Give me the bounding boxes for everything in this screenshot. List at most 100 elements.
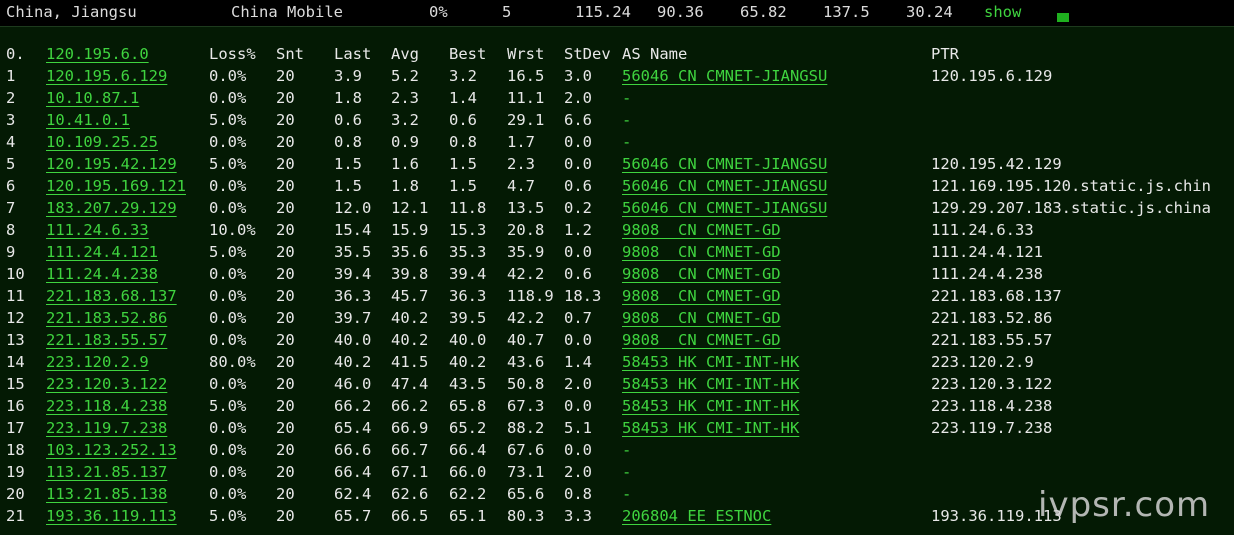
hop-number: 9 xyxy=(6,243,16,261)
hop-last: 3.9 xyxy=(334,67,362,85)
hop-ptr: 111.24.6.33 xyxy=(931,221,1034,239)
hop-as-name[interactable]: 56046 CN CMNET-JIANGSU xyxy=(622,199,827,217)
hop-host[interactable]: 223.120.2.9 xyxy=(46,353,149,371)
summary-value-3: 65.82 xyxy=(740,3,787,21)
hop-best: 3.2 xyxy=(449,67,477,85)
hop-ptr: 121.169.195.120.static.js.chin xyxy=(931,177,1211,195)
column-header[interactable]: 120.195.6.0 xyxy=(46,45,149,63)
hop-as-name: - xyxy=(622,463,632,481)
hop-worst: 40.7 xyxy=(507,331,545,349)
hop-host[interactable]: 223.120.3.122 xyxy=(46,375,167,393)
hop-host[interactable]: 120.195.169.121 xyxy=(46,177,186,195)
hop-host[interactable]: 223.118.4.238 xyxy=(46,397,167,415)
hop-stdev: 3.0 xyxy=(564,67,592,85)
hop-host[interactable]: 183.207.29.129 xyxy=(46,199,177,217)
hop-number: 2 xyxy=(6,89,16,107)
hop-best: 1.5 xyxy=(449,155,477,173)
hop-best: 35.3 xyxy=(449,243,487,261)
table-row: 5 120.195.42.129 5.0% 20 1.5 1.6 1.5 2.3 0.0 5604… xyxy=(0,155,1234,177)
hop-as-name[interactable]: 206804 EE ESTNOC xyxy=(622,507,771,525)
hop-host[interactable]: 111.24.4.238 xyxy=(46,265,158,283)
hop-worst: 43.6 xyxy=(507,353,545,371)
hop-stdev: 2.0 xyxy=(564,89,592,107)
hop-worst: 80.3 xyxy=(507,507,545,525)
hop-as-name[interactable]: 56046 CN CMNET-JIANGSU xyxy=(622,67,827,85)
hop-as-name[interactable]: 9808 CN CMNET-GD xyxy=(622,243,781,261)
hop-sent: 20 xyxy=(276,177,295,195)
hop-as-name[interactable]: 9808 CN CMNET-GD xyxy=(622,265,781,283)
hop-stdev: 1.2 xyxy=(564,221,592,239)
hop-host[interactable]: 223.119.7.238 xyxy=(46,419,167,437)
hop-worst: 1.7 xyxy=(507,133,535,151)
hop-loss: 5.0% xyxy=(209,155,247,173)
column-header: Last xyxy=(334,45,372,63)
hop-number: 20 xyxy=(6,485,25,503)
hop-as-name[interactable]: 9808 CN CMNET-GD xyxy=(622,331,781,349)
show-link[interactable]: show xyxy=(984,3,1021,21)
hop-number: 15 xyxy=(6,375,25,393)
hop-host[interactable]: 10.109.25.25 xyxy=(46,133,158,151)
hop-stdev: 0.6 xyxy=(564,177,592,195)
hop-worst: 67.6 xyxy=(507,441,545,459)
hop-stdev: 0.7 xyxy=(564,309,592,327)
hop-sent: 20 xyxy=(276,441,295,459)
hop-as-name[interactable]: 58453 HK CMI-INT-HK xyxy=(622,397,799,415)
hop-stdev: 0.0 xyxy=(564,243,592,261)
hop-avg: 39.8 xyxy=(391,265,429,283)
hop-last: 46.0 xyxy=(334,375,372,393)
hop-as-name[interactable]: 58453 HK CMI-INT-HK xyxy=(622,353,799,371)
hop-number: 17 xyxy=(6,419,25,437)
hop-loss: 5.0% xyxy=(209,243,247,261)
hop-number: 6 xyxy=(6,177,16,195)
hop-last: 36.3 xyxy=(334,287,372,305)
hop-number: 7 xyxy=(6,199,16,217)
hop-as-name: - xyxy=(622,133,632,151)
table-row: 2 10.10.87.1 0.0% 20 1.8 2.3 1.4 11.1 2.0 - xyxy=(0,89,1234,111)
hop-as-name[interactable]: 56046 CN CMNET-JIANGSU xyxy=(622,155,827,173)
hop-host[interactable]: 120.195.6.129 xyxy=(46,67,167,85)
hop-last: 1.8 xyxy=(334,89,362,107)
hop-avg: 66.9 xyxy=(391,419,429,437)
hop-as-name[interactable]: 9808 CN CMNET-GD xyxy=(622,287,781,305)
hop-ptr: 129.29.207.183.static.js.china xyxy=(931,199,1211,217)
hop-host[interactable]: 193.36.119.113 xyxy=(46,507,177,525)
isp-text: China Mobile xyxy=(231,3,343,21)
hop-host[interactable]: 10.10.87.1 xyxy=(46,89,139,107)
hop-loss: 0.0% xyxy=(209,419,247,437)
hop-as-name[interactable]: 56046 CN CMNET-JIANGSU xyxy=(622,177,827,195)
table-row: 12 221.183.52.86 0.0% 20 39.7 40.2 39.5 42.2 0.7… xyxy=(0,309,1234,331)
hop-host[interactable]: 113.21.85.137 xyxy=(46,463,167,481)
hop-host[interactable]: 221.183.68.137 xyxy=(46,287,177,305)
hop-host[interactable]: 111.24.6.33 xyxy=(46,221,149,239)
hop-as-name[interactable]: 9808 CN CMNET-GD xyxy=(622,309,781,327)
hop-host[interactable]: 103.123.252.13 xyxy=(46,441,177,459)
hop-as-name[interactable]: 58453 HK CMI-INT-HK xyxy=(622,419,799,437)
summary-value-2: 90.36 xyxy=(657,3,704,21)
hop-host[interactable]: 221.183.52.86 xyxy=(46,309,167,327)
hop-ptr: 111.24.4.238 xyxy=(931,265,1043,283)
hop-avg: 41.5 xyxy=(391,353,429,371)
hop-worst: 42.2 xyxy=(507,265,545,283)
hop-avg: 2.3 xyxy=(391,89,419,107)
hop-as-name[interactable]: 58453 HK CMI-INT-HK xyxy=(622,375,799,393)
hop-host[interactable]: 10.41.0.1 xyxy=(46,111,130,129)
hop-host[interactable]: 111.24.4.121 xyxy=(46,243,158,261)
hop-ptr: 120.195.42.129 xyxy=(931,155,1062,173)
count-summary: 5 xyxy=(502,3,512,21)
hop-loss: 0.0% xyxy=(209,199,247,217)
hop-sent: 20 xyxy=(276,375,295,393)
hop-stdev: 0.8 xyxy=(564,485,592,503)
hop-loss: 0.0% xyxy=(209,287,247,305)
hop-as-name: - xyxy=(622,441,632,459)
hop-as-name[interactable]: 9808 CN CMNET-GD xyxy=(622,221,781,239)
hop-host[interactable]: 113.21.85.138 xyxy=(46,485,167,503)
hop-ptr: 223.120.2.9 xyxy=(931,353,1034,371)
hop-loss: 0.0% xyxy=(209,177,247,195)
hop-stdev: 6.6 xyxy=(564,111,592,129)
hop-loss: 0.0% xyxy=(209,375,247,393)
hop-best: 40.0 xyxy=(449,331,487,349)
status-indicator-icon xyxy=(1057,13,1069,22)
hop-host[interactable]: 221.183.55.57 xyxy=(46,331,167,349)
hop-host[interactable]: 120.195.42.129 xyxy=(46,155,177,173)
hop-sent: 20 xyxy=(276,419,295,437)
